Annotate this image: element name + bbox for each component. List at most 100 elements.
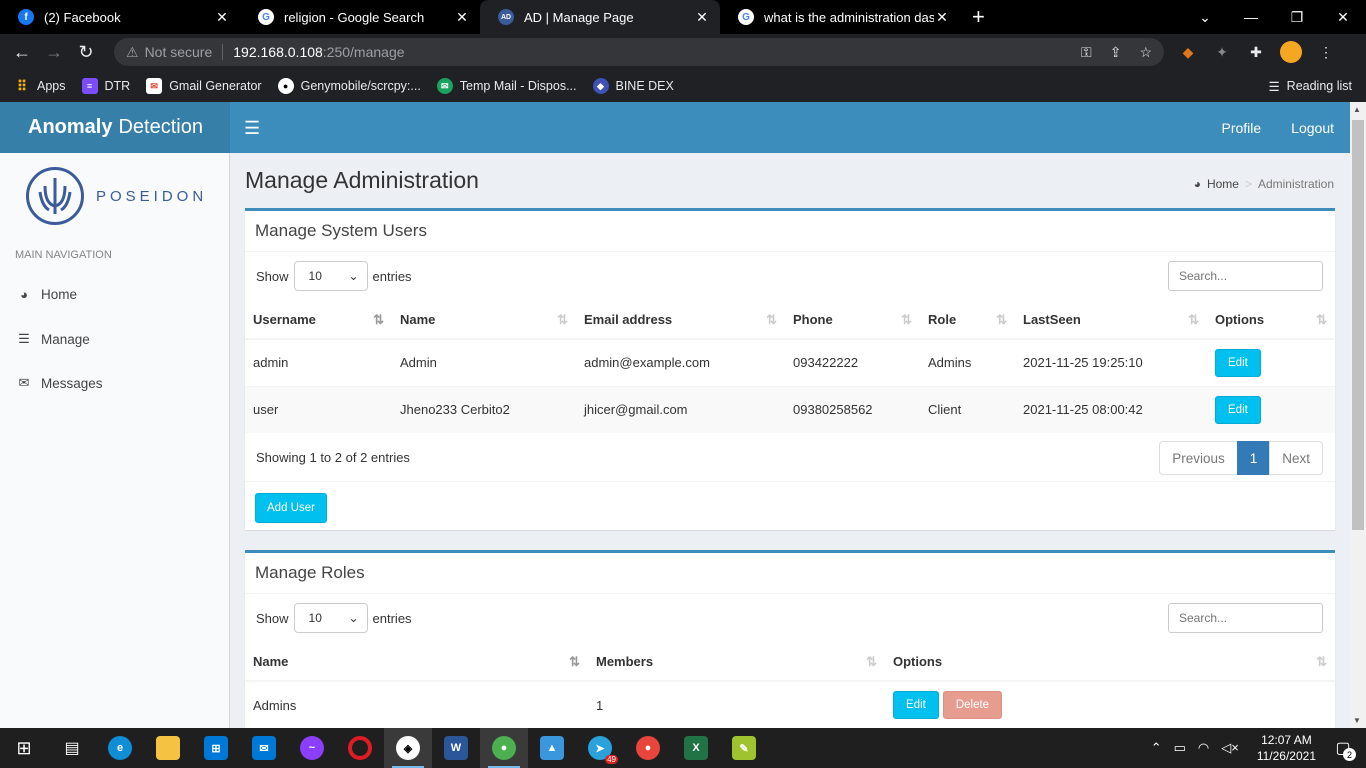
close-tab-icon[interactable]: ✕ [694,9,710,26]
edit-button[interactable]: Edit [1215,395,1261,424]
breadcrumb-home[interactable]: Home [1207,177,1239,191]
avatar[interactable] [1280,41,1302,63]
reload-icon[interactable]: ↻ [70,36,102,68]
search-input[interactable] [1168,603,1323,633]
forward-icon[interactable]: → [38,36,70,68]
page-scrollbar[interactable]: ▲ ▼ [1350,102,1366,728]
page-size-select[interactable]: 10 ⌄ [293,261,368,291]
column-header-name[interactable]: Name ⇅ [392,301,576,340]
taskbar-messenger[interactable]: ~ [288,728,336,768]
clock[interactable]: 12:07 AM 11/26/2021 [1257,732,1316,764]
task-view-button[interactable]: ▤ [48,728,96,768]
scroll-up-icon[interactable]: ▲ [1353,105,1361,114]
scroll-down-icon[interactable]: ▼ [1353,716,1361,725]
minimize-icon[interactable]: — [1228,0,1274,34]
profile-link[interactable]: Profile [1221,120,1261,136]
extension-icon[interactable]: ✦ [1212,42,1232,62]
taskbar-edge[interactable]: e [96,728,144,768]
sidebar-toggle-icon[interactable]: ☰ [244,118,260,139]
taskbar-mail[interactable]: ✉ [240,728,288,768]
start-button[interactable]: ⊞ [0,728,48,768]
taskbar-chrome-profile[interactable]: ● [624,728,672,768]
sidebar-item-messages[interactable]: ✉ Messages [17,375,103,391]
add-user-button[interactable]: Add User [255,493,327,523]
logo-rest: Detection [118,116,203,138]
close-tab-icon[interactable]: ✕ [214,9,230,26]
metamask-extension-icon[interactable]: ◆ [1178,42,1198,62]
taskbar-word[interactable]: W [432,728,480,768]
restore-icon[interactable]: ❐ [1274,0,1320,34]
notification-center-button[interactable]: ▢ 2 [1328,733,1358,763]
tab-search-icon[interactable]: ⌄ [1182,0,1228,34]
column-header-username[interactable]: Username ⇅ [245,301,392,340]
tab-google-search[interactable]: G religion - Google Search ✕ [240,0,480,34]
column-header-phone[interactable]: Phone ⇅ [785,301,920,340]
sidebar-item-home[interactable]: ◕ Home [17,287,77,302]
share-icon[interactable]: ⇪ [1110,44,1122,61]
google-icon: G [258,9,274,25]
taskbar-photos[interactable]: ▲ [528,728,576,768]
column-header-email[interactable]: Email address ⇅ [576,301,785,340]
address-field[interactable]: ⚠ Not secure 192.168.0.108:250/manage ⚿ … [114,38,1164,66]
column-header-options[interactable]: Options ⇅ [885,643,1335,682]
previous-page-button[interactable]: Previous [1159,441,1238,475]
key-icon[interactable]: ⚿ [1081,44,1092,61]
close-window-icon[interactable]: ✕ [1320,0,1366,34]
wifi-icon[interactable]: ◠ [1198,740,1209,756]
roles-table: Name ⇅ Members ⇅ Options ⇅ Admins 1 Edit Del… [245,643,1335,728]
tab-admin-dashboard-search[interactable]: G what is the administration dashbo ✕ [720,0,960,34]
bookmark-bine-dex[interactable]: ◆ BINE DEX [592,78,674,94]
reading-list[interactable]: ☰ Reading list [1268,79,1352,94]
page-1-button[interactable]: 1 [1236,441,1271,475]
next-page-button[interactable]: Next [1269,441,1323,475]
new-tab-button[interactable]: + [960,0,997,34]
close-tab-icon[interactable]: ✕ [454,9,470,26]
site-icon: AD [498,9,514,25]
dashboard-icon: ◕ [20,287,28,302]
taskbar-store[interactable]: ⊞ [192,728,240,768]
extensions-puzzle-icon[interactable]: ✚ [1246,42,1266,62]
scrollbar-thumb[interactable] [1352,120,1364,530]
app-header: Anomaly Detection ☰ Profile Logout [0,102,1350,153]
column-header-lastseen[interactable]: LastSeen ⇅ [1015,301,1207,340]
taskbar-telegram[interactable]: ➤ 49 [576,728,624,768]
taskbar-file-explorer[interactable] [144,728,192,768]
logout-link[interactable]: Logout [1291,120,1334,136]
taskbar-notepad[interactable]: ✎ [720,728,768,768]
taskbar-opera[interactable] [336,728,384,768]
back-icon[interactable]: ← [6,36,38,68]
bookmark-apps[interactable]: ⠿ Apps [14,78,66,94]
page-size-select[interactable]: 10 ⌄ [293,603,368,633]
column-header-members[interactable]: Members ⇅ [588,643,885,682]
bine-dex-icon: ◆ [592,78,609,94]
taskbar-excel[interactable]: X [672,728,720,768]
bookmark-gmail-generator[interactable]: ✉ Gmail Generator [146,78,262,94]
sidebar-item-manage[interactable]: ☰ Manage [17,331,90,347]
sidebar-item-label: Messages [41,375,103,391]
cell-lastseen: 2021-11-25 08:00:42 [1015,385,1207,433]
bookmark-github[interactable]: ● Genymobile/scrcpy:... [277,78,421,94]
taskbar-chrome[interactable]: ● [480,728,528,768]
bookmark-dtr[interactable]: ≡ DTR [81,78,130,94]
edit-button[interactable]: Edit [1215,348,1261,377]
chevron-up-icon[interactable]: ⌃ [1151,740,1162,756]
volume-muted-icon[interactable]: ◁× [1221,740,1239,756]
edit-button[interactable]: Edit [893,691,939,719]
sidebar: POSEIDON MAIN NAVIGATION ◕ Home ☰ Manage… [0,153,230,728]
app-logo[interactable]: Anomaly Detection [0,102,230,153]
search-input[interactable] [1168,261,1323,291]
tab-manage-page[interactable]: AD AD | Manage Page ✕ [480,0,720,34]
bookmark-temp-mail[interactable]: ✉ Temp Mail - Dispos... [436,78,577,94]
bookmark-star-icon[interactable]: ☆ [1139,44,1152,61]
taskbar-app[interactable]: ◈ [384,728,432,768]
bookmark-label: BINE DEX [615,79,674,93]
url-host: 192.168.0.108 [233,44,323,60]
column-header-role[interactable]: Role ⇅ [920,301,1015,340]
delete-button[interactable]: Delete [942,691,1003,719]
tab-facebook[interactable]: f (2) Facebook ✕ [0,0,240,34]
menu-kebab-icon[interactable]: ⋮ [1316,42,1336,62]
battery-icon[interactable]: ▭ [1174,740,1186,756]
column-header-name[interactable]: Name ⇅ [245,643,588,682]
close-tab-icon[interactable]: ✕ [934,9,950,26]
column-header-options[interactable]: Options ⇅ [1207,301,1335,340]
